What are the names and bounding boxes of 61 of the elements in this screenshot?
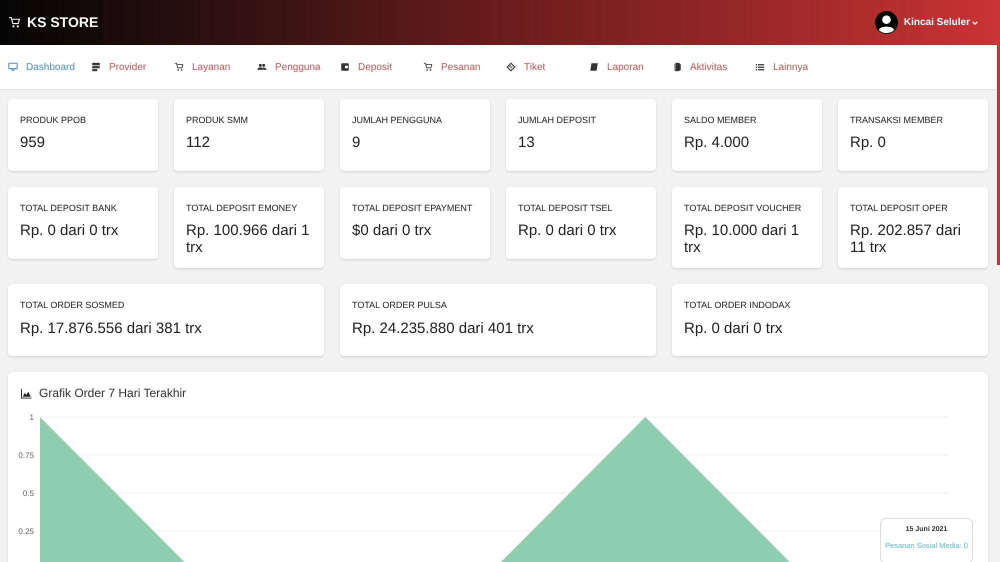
nav-tab[interactable]: Provider bbox=[91, 60, 174, 74]
stat-label: TOTAL DEPOSIT EPAYMENT bbox=[352, 203, 474, 214]
stat-value: 959 bbox=[20, 134, 46, 152]
people-icon bbox=[257, 62, 267, 72]
list-icon bbox=[755, 62, 765, 72]
stat-value: Rp. 10.000 dari 1 trx bbox=[684, 222, 800, 256]
stat-value: Rp. 24.235.880 dari 401 trx bbox=[352, 320, 535, 336]
stat-value: Rp. 202.857 dari 11 trx bbox=[850, 222, 962, 256]
wallet-icon bbox=[340, 62, 350, 72]
stat-value: 112 bbox=[186, 134, 211, 152]
stat-label: JUMLAH PENGGUNA bbox=[352, 115, 444, 126]
document-icon bbox=[672, 62, 682, 72]
nav-tab[interactable]: Layanan bbox=[174, 60, 257, 74]
axis-tick-label: 0.25 bbox=[18, 527, 34, 536]
nav-tab[interactable]: Laporan bbox=[589, 60, 672, 74]
stat-label: PRODUK PPOB bbox=[20, 115, 88, 126]
stat-label: TOTAL DEPOSIT TSEL bbox=[518, 203, 614, 214]
stat-label: TOTAL ORDER INDODAX bbox=[684, 300, 792, 312]
stat-label: TOTAL DEPOSIT BANK bbox=[20, 203, 118, 214]
nav-tab[interactable]: Pesanan bbox=[423, 60, 506, 74]
avatar-icon[interactable] bbox=[874, 11, 898, 34]
nav-tab[interactable]: Tiket bbox=[506, 60, 589, 74]
stat-label: TOTAL ORDER SOSMED bbox=[20, 300, 126, 312]
stat-value: Rp. 17.876.556 dari 381 trx bbox=[20, 320, 203, 336]
server-icon bbox=[91, 62, 101, 72]
stat-value: Rp. 0 dari 0 trx bbox=[20, 222, 120, 240]
ticket-icon bbox=[506, 62, 516, 72]
axis-tick-label: 1 bbox=[30, 413, 34, 422]
stat-value: Rp. 100.966 dari 1 trx bbox=[186, 222, 310, 256]
nav-tab[interactable]: Pengguna bbox=[257, 60, 340, 74]
book-icon bbox=[589, 62, 599, 72]
stat-label: PRODUK SMM bbox=[186, 115, 250, 126]
stat-value: $0 dari 0 trx bbox=[352, 222, 432, 240]
nav-tab[interactable]: Dashboard bbox=[8, 60, 91, 74]
cart-icon bbox=[423, 62, 433, 72]
stat-value: Rp. 4.000 bbox=[684, 134, 750, 152]
stat-value: Rp. 0 dari 0 trx bbox=[684, 320, 784, 336]
axis-tick-label: 0.5 bbox=[22, 489, 34, 498]
caret-icon bbox=[972, 20, 978, 26]
nav-tab[interactable]: Aktivitas bbox=[672, 60, 755, 74]
stat-value: 9 bbox=[352, 134, 362, 152]
axis-tick-label: 0.75 bbox=[18, 451, 34, 460]
brand-title[interactable]: KS STORE bbox=[27, 12, 98, 33]
stat-label: TOTAL DEPOSIT OPER bbox=[850, 203, 949, 214]
monitor-icon bbox=[8, 62, 18, 72]
stat-label: TOTAL ORDER PULSA bbox=[352, 300, 448, 312]
stat-value: Rp. 0 bbox=[850, 134, 887, 152]
stat-value: 13 bbox=[518, 134, 536, 152]
user-menu[interactable]: Kincai Seluler bbox=[904, 15, 978, 30]
stat-label: SALDO MEMBER bbox=[684, 115, 758, 126]
stat-label: TRANSAKSI MEMBER bbox=[850, 115, 944, 126]
chart-title: Grafik Order 7 Hari Terakhir bbox=[39, 385, 186, 402]
area-chart-icon bbox=[20, 388, 33, 399]
cart-icon bbox=[174, 62, 184, 72]
nav-tab[interactable]: Deposit bbox=[340, 60, 423, 74]
stat-label: TOTAL DEPOSIT EMONEY bbox=[186, 203, 298, 214]
cart-icon bbox=[8, 16, 21, 29]
stat-label: TOTAL DEPOSIT VOUCHER bbox=[684, 203, 802, 214]
stat-label: JUMLAH DEPOSIT bbox=[518, 115, 598, 126]
stat-value: Rp. 0 dari 0 trx bbox=[518, 222, 618, 240]
nav-tab[interactable]: Lainnya bbox=[755, 60, 838, 74]
